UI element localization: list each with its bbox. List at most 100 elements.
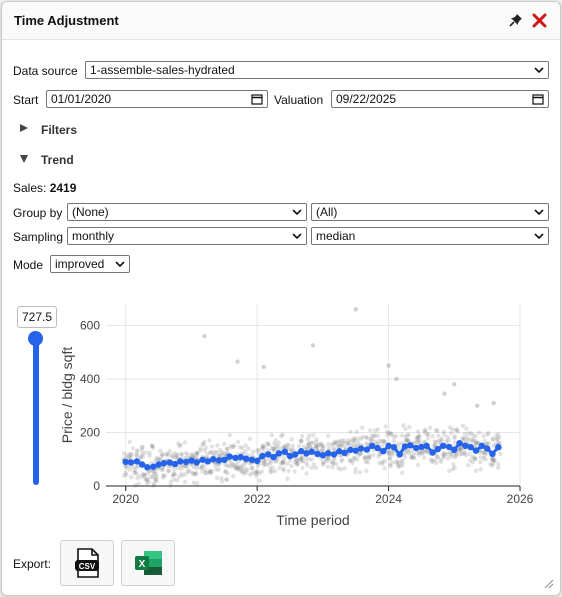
scatter-point: [227, 432, 233, 438]
start-date-input[interactable]: 01/01/2020: [46, 90, 268, 108]
close-icon[interactable]: [531, 12, 548, 29]
scatter-point: [330, 465, 335, 470]
trend-point: [412, 444, 420, 452]
scatter-point: [154, 474, 159, 480]
trend-point: [489, 450, 496, 458]
scatter-point: [482, 438, 487, 443]
scatter-point: [495, 437, 500, 442]
resize-grip-icon[interactable]: [542, 577, 554, 589]
scatter-point: [286, 443, 291, 448]
scatter-point: [446, 438, 451, 443]
trend-point: [380, 448, 387, 455]
scatter-point: [144, 477, 149, 482]
scatter-point: [452, 465, 457, 470]
scatter-point: [496, 465, 501, 470]
scatter-point: [490, 437, 495, 442]
scatter-point: [371, 452, 376, 458]
outlier-point: [452, 382, 457, 387]
group-value: (All): [316, 205, 338, 219]
trend-point: [259, 452, 266, 460]
sampling-select[interactable]: monthly: [67, 227, 307, 245]
group-value-select[interactable]: (All): [311, 203, 549, 221]
scatter-point: [390, 460, 395, 465]
calendar-icon[interactable]: [532, 93, 544, 105]
outlier-point: [394, 376, 399, 382]
scatter-point: [285, 461, 290, 467]
scatter-point: [331, 461, 336, 466]
scatter-point: [325, 464, 331, 470]
scatter-point: [143, 450, 148, 455]
data-source-select[interactable]: 1-assemble-sales-hydrated: [85, 61, 549, 79]
scatter-point: [289, 437, 294, 442]
group-by-select[interactable]: (None): [67, 203, 307, 221]
scatter-point: [359, 436, 364, 441]
scatter-point: [250, 449, 256, 454]
scatter-point: [170, 454, 175, 459]
scatter-point: [270, 465, 275, 470]
scatter-point: [292, 469, 297, 474]
scatter-point: [314, 436, 319, 442]
mode-select[interactable]: improved: [50, 255, 130, 273]
mode-label: Mode: [13, 258, 44, 272]
export-excel-button[interactable]: X: [121, 540, 175, 586]
trend-point: [407, 442, 414, 449]
scatter-point: [219, 479, 225, 484]
scatter-point: [368, 428, 373, 433]
sales-summary: Sales: 2419: [13, 181, 76, 195]
y-ticks: 0 200 400 600: [80, 318, 100, 493]
time-adjustment-dialog: Time Adjustment Data source 1-assemble-s…: [1, 1, 561, 596]
scatter-point: [221, 441, 227, 447]
statistic-select[interactable]: median: [311, 227, 549, 245]
scatter-point: [331, 446, 337, 451]
scatter-point: [498, 451, 503, 456]
pin-icon[interactable]: [508, 12, 524, 28]
vertical-slider-track[interactable]: [33, 338, 39, 485]
scatter-point: [393, 433, 399, 439]
scatter-point: [235, 439, 241, 445]
scatter-point: [456, 448, 462, 453]
slider-handle[interactable]: [28, 331, 43, 346]
scatter-point: [455, 427, 460, 432]
scatter-point: [136, 481, 141, 487]
valuation-date-input[interactable]: 09/22/2025: [331, 90, 549, 108]
scatter-point: [465, 463, 471, 468]
scatter-point: [176, 441, 181, 446]
scatter-point: [127, 467, 132, 472]
scatter-point: [300, 465, 305, 471]
export-csv-button[interactable]: CSV: [60, 540, 114, 586]
scatter-point: [320, 462, 326, 467]
calendar-icon[interactable]: [251, 93, 263, 105]
scatter-point: [209, 468, 215, 473]
dialog-title: Time Adjustment: [14, 13, 119, 28]
scatter-point: [433, 427, 439, 433]
scatter-point: [237, 468, 243, 473]
scatter-point: [131, 446, 136, 451]
scatter-point: [428, 425, 433, 430]
x-axis-label: Time period: [276, 512, 349, 528]
scatter-point: [214, 475, 220, 481]
scatter-point: [380, 459, 385, 464]
title-bar[interactable]: Time Adjustment: [2, 2, 560, 40]
scatter-point: [342, 465, 347, 471]
scatter-point: [351, 438, 356, 444]
scatter-point: [364, 435, 369, 440]
svg-text:X: X: [139, 559, 146, 570]
scatter-point: [182, 440, 188, 445]
trend-point: [341, 449, 348, 457]
start-date-value: 01/01/2020: [51, 92, 112, 106]
scatter-point: [231, 444, 237, 450]
x-tick-label: 2024: [375, 492, 402, 506]
scatter-point: [364, 468, 369, 474]
scatter-point: [466, 437, 472, 443]
scatter-point: [309, 457, 315, 462]
scatter-point: [441, 429, 446, 434]
scatter-point: [253, 469, 259, 474]
scatter-point: [391, 438, 397, 444]
y-tick-label: 600: [80, 318, 100, 332]
scatter-point: [243, 449, 248, 454]
scatter-point: [481, 433, 486, 439]
scatter-point: [416, 433, 422, 439]
scatter-point: [415, 429, 421, 434]
outlier-points: [149, 307, 496, 449]
statistic-value: median: [316, 229, 356, 243]
